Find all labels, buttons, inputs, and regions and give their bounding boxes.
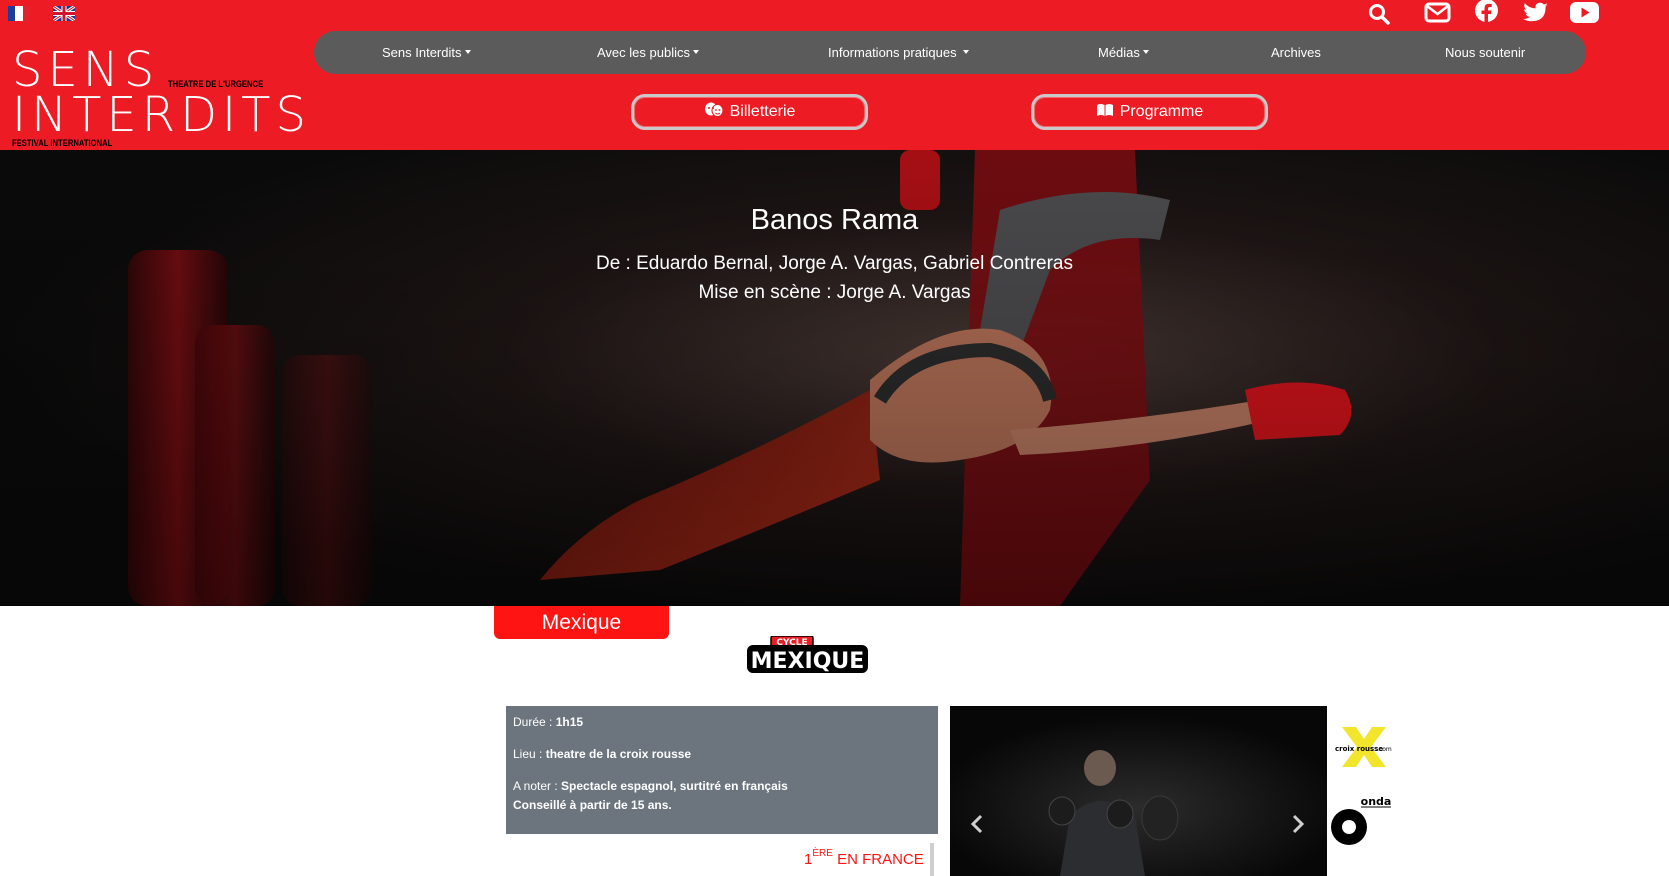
logo-subtitle: FESTIVAL INTERNATIONAL [12,138,113,148]
show-director: Mise en scène : Jorge A. Vargas [698,282,971,303]
french-flag-icon[interactable] [8,6,30,21]
scrollbar[interactable] [930,843,934,876]
logo-line-interdits: INTERDITS [12,87,311,143]
venue-row: Lieu : theatre de la croix rousse [513,747,691,761]
duration-row: Durée : 1h15 [513,715,583,729]
nav-item-medias[interactable]: Médias [1098,31,1149,74]
twitter-icon[interactable] [1522,0,1550,24]
note-row: A noter : Spectacle espagnol, surtitré e… [513,779,788,793]
carousel-next-button[interactable] [1288,814,1308,838]
programme-label: Programme [1119,103,1204,120]
note-label: A noter : [513,779,562,793]
nav-label: Avec les publics [597,45,690,60]
cycle-mexique-badge: CYCLE MEXIQUE [745,635,870,674]
caret-down-icon [962,50,969,54]
duration-value: 1h15 [555,715,584,729]
cycle-badge-bottom: MEXIQUE [751,649,865,674]
caret-down-icon [1142,50,1149,54]
country-tag: Mexique [494,606,669,639]
duration-label: Durée : [513,715,556,729]
nav-item-sens-interdits[interactable]: Sens Interdits [382,31,471,74]
premiere-text: EN FRANCE [832,851,924,868]
billetterie-label: Billetterie [729,103,796,120]
partner-croix-rousse-logo[interactable]: croix rousse .com [1332,725,1396,769]
carousel-prev-button[interactable] [967,814,987,838]
nav-label: Archives [1271,45,1321,60]
caret-down-icon [692,50,699,54]
photo-carousel [950,706,1327,876]
onda-text: onda [1361,795,1392,808]
note-value: Spectacle espagnol, surtitré en français [561,779,788,793]
nav-item-informations-pratiques[interactable]: Informations pratiques [828,31,969,74]
nav-label: Médias [1098,45,1140,60]
nav-item-nous-soutenir[interactable]: Nous soutenir [1445,31,1525,74]
show-authors: De : Eduardo Bernal, Jorge A. Vargas, Ga… [595,253,1073,274]
show-title: Banos Rama [750,204,919,236]
venue-value: theatre de la croix rousse [545,747,692,761]
age-note-row: Conseillé à partir de 15 ans. [513,798,672,812]
logo-tagline: THEATRE DE L'URGENCE [168,79,264,89]
croix-rousse-suffix: .com [1377,746,1392,753]
carousel-photo [950,706,1327,876]
main-navigation: Sens Interdits Avec les publics Informat… [314,31,1586,74]
facebook-icon[interactable] [1473,0,1500,25]
show-info-panel: Durée : 1h15 Lieu : theatre de la croix … [506,706,938,834]
email-icon[interactable] [1422,0,1452,24]
hero-banner: Banos Rama De : Eduardo Bernal, Jorge A.… [0,150,1669,606]
premiere-label: 1ÈRE EN FRANCE [804,848,924,868]
nav-item-archives[interactable]: Archives [1271,31,1321,74]
festival-logo[interactable]: SENS INTERDITS THEATRE DE L'URGENCE FEST… [12,44,306,150]
nav-label: Sens Interdits [382,45,462,60]
billetterie-button[interactable]: Billetterie [631,94,868,130]
nav-item-avec-les-publics[interactable]: Avec les publics [597,31,699,74]
caret-down-icon [464,50,471,54]
nav-label: Informations pratiques [828,45,957,60]
age-note-value: Conseillé à partir de 15 ans. [513,798,672,812]
english-flag-icon[interactable] [53,6,75,21]
site-header: SENS INTERDITS THEATRE DE L'URGENCE FEST… [0,0,1669,150]
premiere-sup: ÈRE [812,848,833,859]
youtube-icon[interactable] [1569,0,1599,24]
nav-label: Nous soutenir [1445,45,1526,60]
theater-masks-icon [704,102,724,122]
venue-label: Lieu : [513,747,546,761]
programme-button[interactable]: Programme [1031,94,1268,130]
book-open-icon [1096,103,1114,121]
partner-onda-logo[interactable]: onda [1327,795,1393,847]
search-icon[interactable] [1367,2,1391,26]
